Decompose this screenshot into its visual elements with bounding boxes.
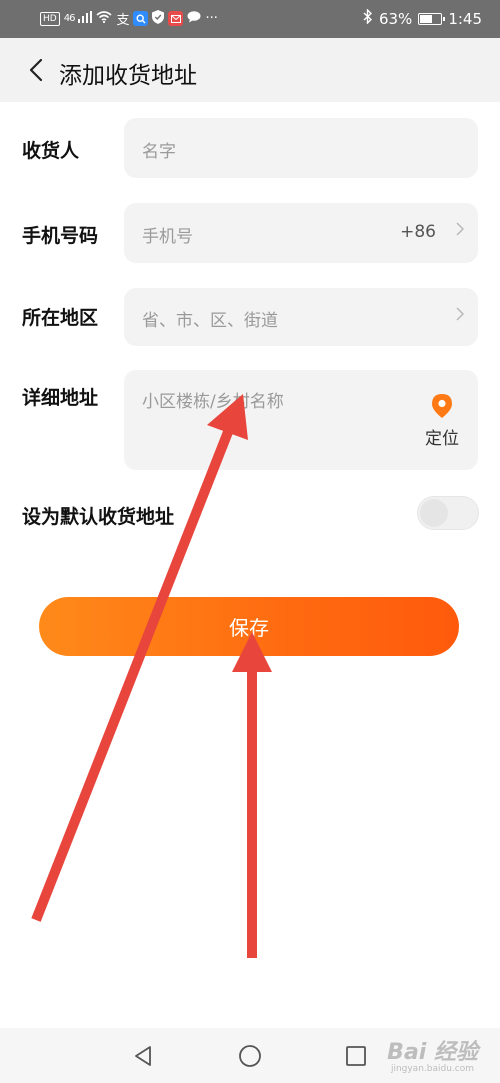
chat-bubble-icon [187,11,201,26]
back-triangle-icon[interactable] [129,1042,157,1070]
search-app-icon [133,11,149,26]
phone-input[interactable]: 手机号 +86 [124,203,478,263]
clock: 1:45 [448,9,482,28]
arrow-to-detail-address [31,394,248,922]
page-title: 添加收货地址 [59,63,197,89]
home-circle-icon[interactable] [236,1042,264,1070]
app-header: 添加收货地址 [0,38,500,102]
mail-app-icon [168,11,184,26]
region-label: 所在地区 [22,307,99,329]
baidu-jingyan-watermark: Bai 经验 [387,1040,478,1065]
status-bar: HD 46 支 ··· 63% 1:45 [0,0,500,38]
country-code-selector[interactable]: +86 [400,222,436,242]
default-address-label: 设为默认收货地址 [22,506,175,528]
watermark-url: jingyan.baidu.com [390,1064,474,1074]
arrow-to-save-button [232,632,272,958]
battery-icon [418,12,446,25]
shield-icon [152,10,165,27]
detail-address-input[interactable]: 小区楼栋/乡村名称 定位 [124,370,478,470]
location-pin-icon [432,394,452,422]
battery-level [420,14,433,23]
status-icons-right: 63% 1:45 [363,8,482,28]
bluetooth-icon [363,8,373,28]
locate-button[interactable]: 定位 [422,394,462,449]
more-dots-icon: ··· [205,11,218,26]
toggle-knob [420,499,448,527]
status-icons-left: HD 46 支 ··· [40,9,218,28]
wifi-icon [96,11,112,26]
hd-badge: HD [40,11,60,26]
recipient-label: 收货人 [22,140,80,162]
signal-icon [78,11,93,26]
recipient-placeholder: 名字 [142,142,176,162]
network-label: 46 [63,13,76,24]
region-selector[interactable]: 省、市、区、街道 [124,288,478,346]
back-arrow-icon[interactable] [22,56,50,84]
region-placeholder: 省、市、区、街道 [142,311,278,331]
chevron-right-icon[interactable] [456,221,465,240]
recipient-input[interactable]: 名字 [124,118,478,178]
locate-label: 定位 [425,429,459,449]
phone-placeholder: 手机号 [142,227,193,247]
recents-square-icon[interactable] [342,1042,370,1070]
chevron-right-icon[interactable] [456,306,465,325]
detail-address-placeholder: 小区楼栋/乡村名称 [142,392,284,412]
phone-label: 手机号码 [22,225,99,247]
save-button[interactable]: 保存 [39,597,459,656]
battery-percent: 63% [378,9,413,28]
detail-address-label: 详细地址 [22,387,99,409]
alipay-icon: 支 [116,13,130,28]
default-address-toggle[interactable] [417,496,479,530]
